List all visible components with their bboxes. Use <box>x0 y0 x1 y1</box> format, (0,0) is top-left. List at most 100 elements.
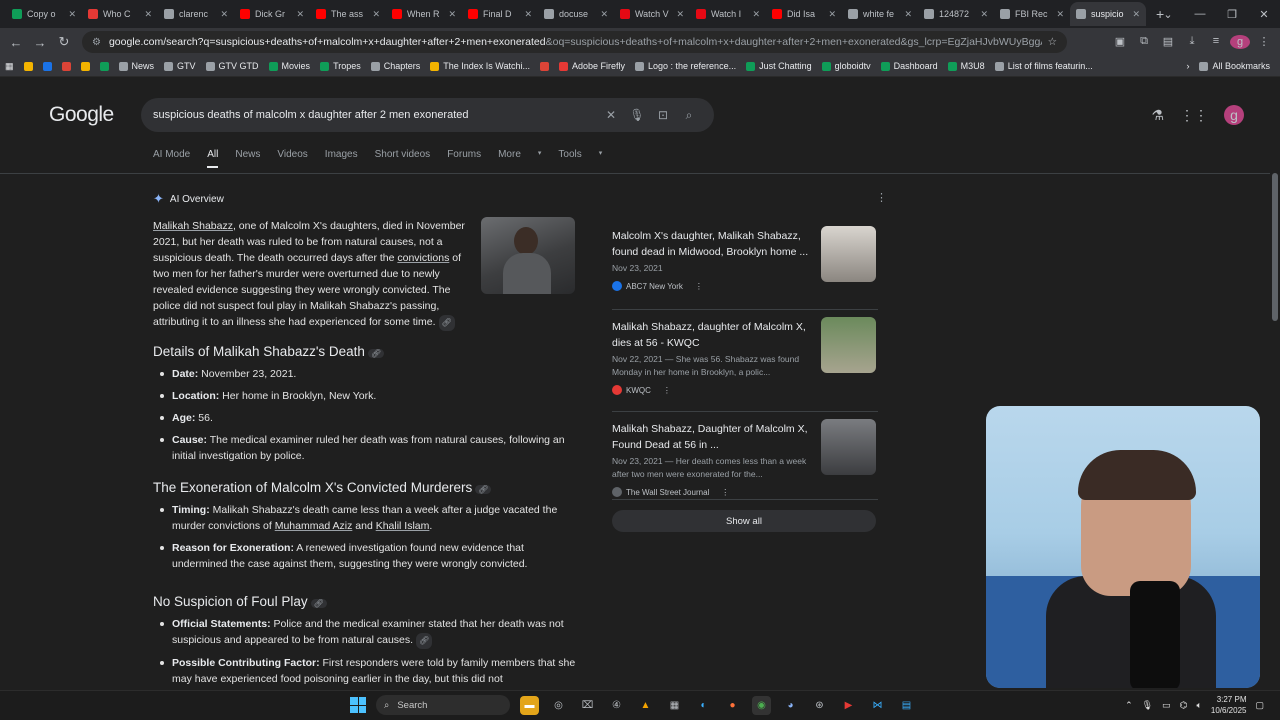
bookmark-item[interactable]: Movies <box>264 61 316 71</box>
tab-tools[interactable]: Tools <box>558 149 581 168</box>
browser-tab[interactable]: 124872 ✕ <box>918 2 994 26</box>
source-title[interactable]: Malikah Shabazz, daughter of Malcolm X, … <box>612 319 812 351</box>
source-thumbnail[interactable] <box>821 317 876 373</box>
chevron-down-icon[interactable]: ⌄ <box>1152 8 1184 21</box>
summary-link-2[interactable]: convictions <box>397 252 449 264</box>
link-icon[interactable]: 🔗︎ <box>438 315 455 331</box>
bookmark-item[interactable] <box>19 61 38 71</box>
bookmark-item[interactable] <box>57 61 76 71</box>
link-icon[interactable]: 🔗︎ <box>367 349 385 358</box>
close-tab-icon[interactable]: ✕ <box>1132 9 1140 20</box>
close-tab-icon[interactable]: ✕ <box>752 9 760 20</box>
reload-icon[interactable]: ↻ <box>52 34 76 50</box>
close-tab-icon[interactable]: ✕ <box>144 9 152 20</box>
puzzle-icon[interactable]: ⧉ <box>1134 35 1154 49</box>
tab-ai-mode[interactable]: AI Mode <box>153 149 190 168</box>
menu-icon[interactable]: ⋮ <box>1254 35 1274 49</box>
app-icon-6[interactable]: ⊛ <box>810 696 829 715</box>
tab-short-videos[interactable]: Short videos <box>375 149 431 168</box>
windows-start-icon[interactable] <box>350 697 366 713</box>
search-icon[interactable]: ⌕ <box>676 108 702 123</box>
taskbar-search[interactable]: ⌕ Search <box>376 695 510 715</box>
source-card[interactable]: Malikah Shabazz, daughter of Malcolm X, … <box>612 317 878 395</box>
site-info-icon[interactable]: ⚙ <box>92 37 101 48</box>
close-tab-icon[interactable]: ✕ <box>448 9 456 20</box>
browser-tab[interactable]: white fe ✕ <box>842 2 918 26</box>
bookmark-item[interactable]: Adobe Firefly <box>554 61 630 71</box>
notification-icon[interactable]: ▢ <box>1255 700 1264 711</box>
app-icon-3[interactable]: ④ <box>607 696 626 715</box>
person-link[interactable]: Khalil Islam <box>376 520 430 532</box>
edge-icon[interactable]: ◐ <box>694 696 713 715</box>
bookmark-item[interactable]: List of films featurin... <box>990 61 1098 71</box>
link-icon[interactable]: 🔗︎ <box>475 485 492 494</box>
bookmark-item[interactable]: Tropes <box>315 61 366 71</box>
bookmark-item[interactable]: Logo : the reference... <box>630 61 741 71</box>
app-icon-2[interactable]: ⌧ <box>578 696 597 715</box>
bookmark-item[interactable] <box>38 61 57 71</box>
app-icon-1[interactable]: ◎ <box>549 696 568 715</box>
tab-all[interactable]: All <box>207 149 219 168</box>
apps-grid-icon[interactable]: ⋮⋮ <box>1180 107 1208 124</box>
app-icon-5[interactable]: ▦ <box>665 696 684 715</box>
back-icon[interactable]: ← <box>4 35 28 50</box>
close-tab-icon[interactable]: ✕ <box>1056 9 1064 20</box>
source-title[interactable]: Malcolm X's daughter, Malikah Shabazz, f… <box>612 228 812 260</box>
clock[interactable]: 3:27 PM 10/6/2025 <box>1211 694 1247 716</box>
browser-tab[interactable]: Copy o ✕ <box>6 2 82 26</box>
browser-tab[interactable]: The ass ✕ <box>310 2 386 26</box>
media-icon[interactable]: ≡ <box>1206 35 1226 49</box>
search-input[interactable]: suspicious deaths of malcolm x daughter … <box>153 109 598 121</box>
account-avatar[interactable]: g <box>1224 105 1244 125</box>
close-tab-icon[interactable]: ✕ <box>524 9 532 20</box>
profile-button[interactable]: g <box>1230 35 1250 49</box>
bookmark-item[interactable]: Dashboard <box>876 61 943 71</box>
maximize-icon[interactable]: ❐ <box>1216 8 1248 21</box>
browser-tab[interactable]: suspicio ✕ <box>1070 2 1146 26</box>
close-window-icon[interactable]: ✕ <box>1248 8 1280 21</box>
close-tab-icon[interactable]: ✕ <box>828 9 836 20</box>
vscode-icon[interactable]: ⋈ <box>868 696 887 715</box>
bookmark-item[interactable]: GTV GTD <box>201 61 264 71</box>
browser-tab[interactable]: FBI Rec ✕ <box>994 2 1070 26</box>
clear-icon[interactable]: ✕ <box>598 108 624 122</box>
source-card[interactable]: Malcolm X's daughter, Malikah Shabazz, f… <box>612 226 878 291</box>
browser-tab[interactable]: Watch I ✕ <box>690 2 766 26</box>
close-tab-icon[interactable]: ✕ <box>68 9 76 20</box>
source-card[interactable]: Malikah Shabazz, Daughter of Malcolm X, … <box>612 419 878 497</box>
browser-tab[interactable]: Final D ✕ <box>462 2 538 26</box>
bookmark-star-icon[interactable]: ☆ <box>1048 36 1057 48</box>
more-options-icon[interactable]: ⋮ <box>721 488 729 497</box>
show-all-button[interactable]: Show all <box>612 510 876 532</box>
close-tab-icon[interactable]: ✕ <box>372 9 380 20</box>
app-icon-7[interactable]: ▤ <box>897 696 916 715</box>
google-logo[interactable]: Google <box>49 103 114 127</box>
browser-tab[interactable]: Watch V ✕ <box>614 2 690 26</box>
bookmark-item[interactable]: globoidtv <box>817 61 876 71</box>
browser-tab[interactable]: docuse ✕ <box>538 2 614 26</box>
summary-image[interactable] <box>481 217 575 294</box>
mic-tray-icon[interactable]: 🎙︎ <box>1142 700 1153 711</box>
all-bookmarks[interactable]: All Bookmarks <box>1194 61 1280 71</box>
scrollbar-thumb[interactable] <box>1272 173 1278 321</box>
close-tab-icon[interactable]: ✕ <box>980 9 988 20</box>
source-title[interactable]: Malikah Shabazz, Daughter of Malcolm X, … <box>612 421 812 453</box>
source-thumbnail[interactable] <box>821 226 876 282</box>
close-tab-icon[interactable]: ✕ <box>676 9 684 20</box>
bookmark-item[interactable] <box>535 61 554 71</box>
discord-icon[interactable]: ◕ <box>781 696 800 715</box>
source-thumbnail[interactable] <box>821 419 876 475</box>
chevron-right-icon[interactable]: › <box>1181 61 1194 71</box>
chevron-up-icon[interactable]: ⌃ <box>1125 700 1133 711</box>
bookmark-item[interactable]: M3U8 <box>943 61 990 71</box>
tab-more[interactable]: More <box>498 149 521 168</box>
media-player-icon[interactable]: ▶ <box>839 696 858 715</box>
close-tab-icon[interactable]: ✕ <box>220 9 228 20</box>
more-options-icon[interactable]: ⋮ <box>663 386 671 395</box>
bookmark-item[interactable] <box>76 61 95 71</box>
apps-icon[interactable]: ▦ <box>0 61 19 72</box>
address-bar[interactable]: ⚙ google.com/search?q=suspicious+deaths+… <box>82 31 1067 53</box>
firefox-icon[interactable]: ● <box>723 696 742 715</box>
bookmark-item[interactable]: The Index Is Watchi... <box>425 61 535 71</box>
browser-tab[interactable]: Who C ✕ <box>82 2 158 26</box>
